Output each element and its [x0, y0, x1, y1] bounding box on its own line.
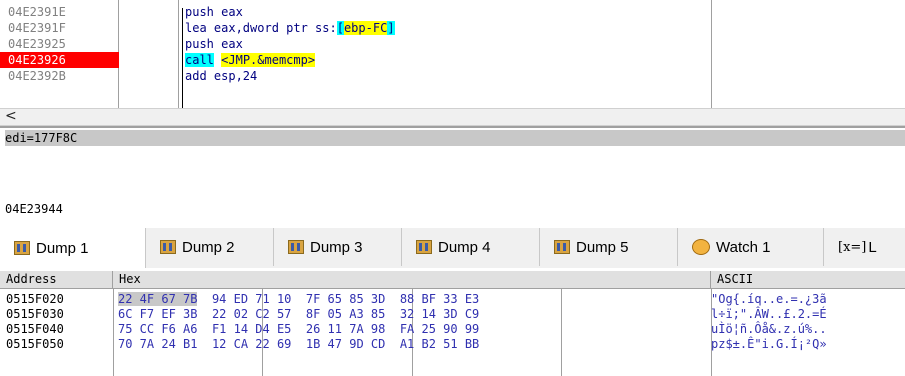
hex-group-4: A1 B2 51 BB: [399, 337, 480, 351]
disasm-row[interactable]: 04E2391F lea eax,dword ptr ss:[ebp-FC]: [0, 20, 905, 36]
tab-dump-5[interactable]: Dump 5: [540, 228, 678, 266]
hex-bytes: 70 7A 24 B1 12 CA 22 69 1B 47 9D CD A1 B…: [118, 337, 479, 352]
scroll-left-icon[interactable]: <: [5, 108, 17, 124]
breakpoint-address: 04E23926: [0, 52, 119, 68]
tab-label: Dump 4: [438, 238, 491, 256]
disassembly-view[interactable]: 04E2391E push eax 04E2391F lea eax,dword…: [0, 0, 905, 108]
memory-bracket-open: [: [336, 21, 344, 35]
ascii-text: "Og{.íq..e.=.¿3ã: [711, 292, 827, 306]
column-header-ascii[interactable]: ASCII: [711, 271, 905, 289]
hex-bytes: 22 4F 67 7B 94 ED 71 10 7F 65 85 3D 88 B…: [118, 292, 479, 307]
info-address: 04E23944: [5, 202, 63, 216]
instruction-text: add esp,24: [185, 69, 258, 83]
instruction-address: 04E2391E: [8, 5, 66, 19]
dump-icon: [160, 240, 176, 254]
instruction-address: 04E2391F: [8, 21, 66, 35]
tab-dump-4[interactable]: Dump 4: [402, 228, 540, 266]
hex-group-2: 94 ED 71 10: [211, 292, 292, 306]
dump-icon: [416, 240, 432, 254]
register-info: edi=177F8C: [5, 130, 905, 146]
column-header-hex[interactable]: Hex: [113, 271, 711, 289]
dump-address: 0515F020: [6, 292, 64, 306]
tab-locals[interactable]: [x=] L: [824, 228, 905, 266]
disasm-row[interactable]: 04E2391E push eax: [0, 4, 905, 20]
instruction-address: 04E23925: [8, 37, 66, 51]
hex-dump-view[interactable]: Address Hex ASCII 0515F020 22 4F 67 7B 9…: [0, 268, 905, 376]
tab-dump-3[interactable]: Dump 3: [274, 228, 402, 266]
horizontal-scrollbar[interactable]: <: [0, 108, 905, 126]
hex-group-1: 75 CC F6 A6: [118, 322, 198, 336]
call-target: <JMP.&memcmp>: [221, 53, 316, 67]
instruction-text: lea eax,dword ptr ss:[ebp-FC]: [185, 20, 395, 36]
pane-divider[interactable]: [0, 126, 905, 128]
disasm-row-breakpoint[interactable]: 04E23926 call <JMP.&memcmp>: [0, 52, 905, 68]
hex-group-3: 26 11 7A 98: [305, 322, 386, 336]
dump-row[interactable]: 0515F040 75 CC F6 A6 F1 14 D4 E5 26 11 7…: [0, 322, 905, 337]
instruction-text: push eax: [185, 37, 243, 51]
memory-operand: ebp-FC: [343, 21, 388, 35]
dump-address: 0515F040: [6, 322, 64, 336]
hex-group-2: 12 CA 22 69: [211, 337, 292, 351]
hex-bytes: 6C F7 EF 3B 22 02 C2 57 8F 05 A3 85 32 1…: [118, 307, 479, 322]
tab-label: L: [868, 238, 877, 256]
tab-watch-1[interactable]: Watch 1: [678, 228, 824, 266]
call-mnemonic: call: [185, 53, 214, 67]
hex-group-2: 22 02 C2 57: [211, 307, 292, 321]
hex-group-1: 6C F7 EF 3B: [118, 307, 198, 321]
dump-address: 0515F030: [6, 307, 64, 321]
memory-bracket-close: ]: [387, 21, 395, 35]
ascii-text: pz$±.Ê"i.G.Í¡²Q»: [711, 337, 827, 351]
dump-address: 0515F050: [6, 337, 64, 351]
instruction-text: call <JMP.&memcmp>: [185, 52, 316, 68]
dump-icon: [554, 240, 570, 254]
tab-dump-2[interactable]: Dump 2: [146, 228, 274, 266]
instruction-address: 04E2392B: [8, 69, 66, 83]
dump-header: Address Hex ASCII: [0, 271, 905, 289]
hex-group-3: 8F 05 A3 85: [305, 307, 386, 321]
watch-icon: [692, 239, 710, 255]
instruction-text: push eax: [185, 5, 243, 19]
dump-row[interactable]: 0515F020 22 4F 67 7B 94 ED 71 10 7F 65 8…: [0, 292, 905, 307]
hex-group-3: 7F 65 85 3D: [305, 292, 386, 306]
tab-label: Dump 3: [310, 238, 363, 256]
ascii-text: l÷ï;".ÂW..£.2.=É: [711, 307, 827, 321]
dump-tab-bar: Dump 1 Dump 2 Dump 3 Dump 4 Dump 5 Watch…: [0, 228, 905, 269]
dump-row[interactable]: 0515F030 6C F7 EF 3B 22 02 C2 57 8F 05 A…: [0, 307, 905, 322]
disasm-row[interactable]: 04E2392B add esp,24: [0, 68, 905, 84]
tab-label: Dump 2: [182, 238, 235, 256]
hex-group-4: FA 25 90 99: [399, 322, 480, 336]
dump-icon: [288, 240, 304, 254]
instruction-prefix: lea eax,dword ptr ss:: [185, 21, 337, 35]
hex-group-1: 70 7A 24 B1: [118, 337, 198, 351]
info-pane: edi=177F8C 04E23944: [0, 126, 905, 226]
column-header-address[interactable]: Address: [0, 271, 113, 289]
tab-label: Dump 5: [576, 238, 629, 256]
hex-bytes: 75 CC F6 A6 F1 14 D4 E5 26 11 7A 98 FA 2…: [118, 322, 479, 337]
hex-group-4: 88 BF 33 E3: [399, 292, 480, 306]
tab-label: Watch 1: [716, 238, 771, 256]
hex-group-4: 32 14 3D C9: [399, 307, 480, 321]
hex-group-3: 1B 47 9D CD: [305, 337, 386, 351]
hex-group-1: 22 4F 67 7B: [118, 292, 198, 306]
locals-icon: [x=]: [838, 239, 867, 255]
tab-dump-1[interactable]: Dump 1: [0, 228, 146, 268]
dump-icon: [14, 241, 30, 255]
hex-group-2: F1 14 D4 E5: [211, 322, 292, 336]
ascii-text: uÌö¦ñ.Ôå&.z.ú%..: [711, 322, 827, 336]
disasm-row[interactable]: 04E23925 push eax: [0, 36, 905, 52]
tab-label: Dump 1: [36, 239, 89, 257]
dump-row[interactable]: 0515F050 70 7A 24 B1 12 CA 22 69 1B 47 9…: [0, 337, 905, 352]
